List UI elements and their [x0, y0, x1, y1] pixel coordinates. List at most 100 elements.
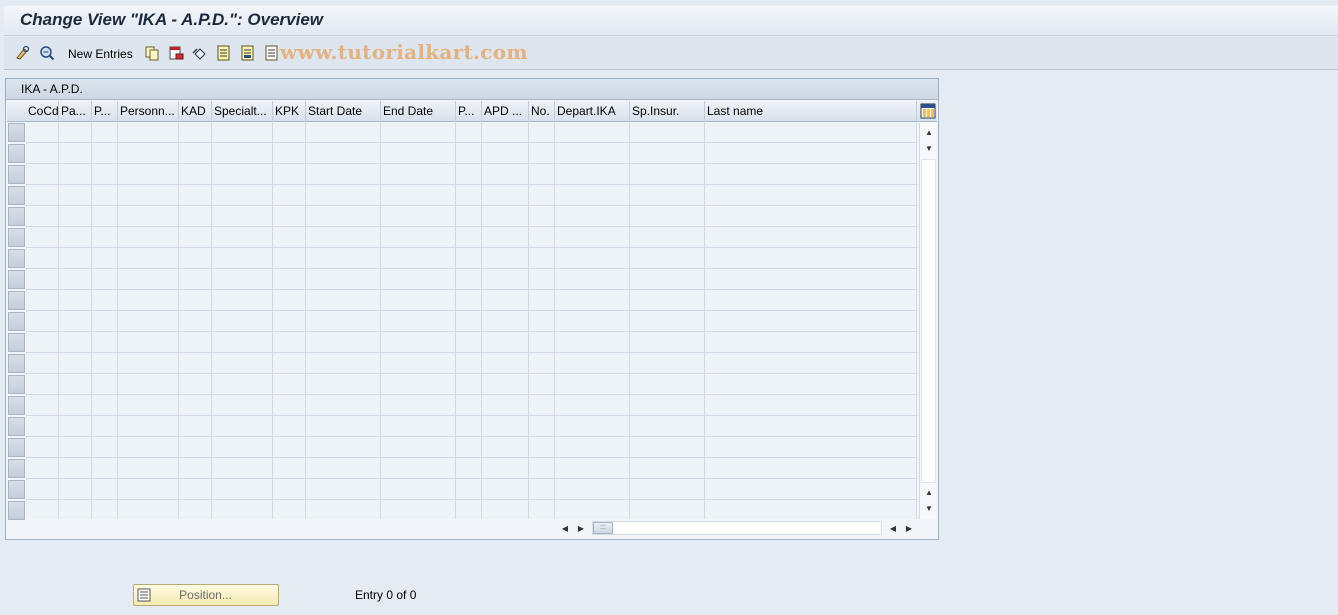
scroll-page-up-icon[interactable]: ▲ [921, 485, 937, 499]
horizontal-scroll-track[interactable]: ::: [592, 521, 882, 535]
row-selector[interactable] [8, 396, 25, 415]
column-header[interactable]: No. [529, 101, 555, 122]
table-row [26, 289, 918, 290]
row-selector[interactable] [8, 207, 25, 226]
vertical-scroll-track[interactable] [921, 159, 936, 483]
title-bar: Change View "IKA - A.P.D.": Overview [4, 6, 1338, 36]
column-divider [272, 122, 273, 519]
table-row [26, 478, 918, 479]
column-header[interactable]: APD ... [482, 101, 529, 122]
row-selector[interactable] [8, 249, 25, 268]
row-selector[interactable] [8, 501, 25, 520]
table-row [26, 184, 918, 185]
column-divider [211, 122, 212, 519]
table-row [26, 310, 918, 311]
table-row [26, 205, 918, 206]
row-selector[interactable] [8, 333, 25, 352]
table-row [26, 268, 918, 269]
horizontal-scroll-thumb[interactable]: ::: [593, 522, 613, 534]
scroll-page-down-icon[interactable]: ▼ [921, 501, 937, 515]
column-divider [629, 122, 630, 519]
column-header[interactable]: CoCd [26, 101, 59, 122]
row-selector[interactable] [8, 123, 25, 142]
table-row [26, 394, 918, 395]
column-divider [481, 122, 482, 519]
row-selector[interactable] [8, 144, 25, 163]
table-body [26, 122, 918, 519]
column-header[interactable]: Last name [705, 101, 917, 122]
display-change-icon[interactable] [38, 44, 56, 62]
column-header[interactable]: Specialt... [212, 101, 273, 122]
table-header: CoCd Pa... P... Personn... KAD Specialt... KPK… [7, 101, 937, 122]
column-header[interactable]: Personn... [118, 101, 179, 122]
row-selector[interactable] [8, 354, 25, 373]
application-toolbar: New Entries [4, 37, 1338, 70]
column-header[interactable]: Sp.Insur. [630, 101, 705, 122]
table-row [26, 331, 918, 332]
select-block-icon[interactable] [239, 44, 257, 62]
new-entries-button[interactable]: New Entries [68, 46, 133, 61]
row-selector[interactable] [8, 459, 25, 478]
column-divider [91, 122, 92, 519]
column-header[interactable]: End Date [381, 101, 456, 122]
table-title: IKA - A.P.D. [6, 79, 938, 100]
copy-icon[interactable] [143, 44, 161, 62]
delete-icon[interactable] [167, 44, 185, 62]
column-divider [554, 122, 555, 519]
position-list-icon [137, 588, 151, 602]
scroll-left-icon[interactable]: ◀ [558, 521, 572, 535]
scroll-right-icon[interactable]: ▶ [574, 521, 588, 535]
row-selector[interactable] [8, 480, 25, 499]
column-divider [178, 122, 179, 519]
column-header[interactable]: P... [92, 101, 118, 122]
undo-icon[interactable] [191, 44, 209, 62]
table-grid: CoCd Pa... P... Personn... KAD Specialt... KPK… [7, 101, 937, 520]
column-divider [455, 122, 456, 519]
column-header[interactable]: KPK [273, 101, 306, 122]
row-selector[interactable] [8, 186, 25, 205]
deselect-all-icon[interactable] [263, 44, 281, 62]
vertical-scrollbar[interactable]: ▲ ▼ ▲ ▼ [919, 123, 937, 519]
row-selector[interactable] [8, 270, 25, 289]
table-row [26, 352, 918, 353]
row-selector[interactable] [8, 228, 25, 247]
column-divider [528, 122, 529, 519]
horizontal-scrollbar[interactable]: ◀ ▶ ::: ◀ ▶ [556, 520, 918, 536]
table-row [26, 415, 918, 416]
position-button-label: Position... [179, 588, 232, 602]
row-selector[interactable] [8, 291, 25, 310]
table-row [26, 142, 918, 143]
scroll-last-icon[interactable]: ▶ [902, 521, 916, 535]
table-row [26, 373, 918, 374]
table-panel: IKA - A.P.D. CoCd Pa... P... Personn... KAD S… [5, 78, 939, 540]
row-selector-column [7, 122, 26, 520]
table-row [26, 457, 918, 458]
table-row [26, 436, 918, 437]
column-header[interactable]: KAD [179, 101, 212, 122]
page-title: Change View "IKA - A.P.D.": Overview [20, 10, 323, 29]
scroll-up-icon[interactable]: ▲ [921, 125, 937, 139]
column-divider [305, 122, 306, 519]
table-row [26, 226, 918, 227]
select-all-icon[interactable] [215, 44, 233, 62]
position-button[interactable]: Position... [133, 584, 279, 606]
row-selector[interactable] [8, 312, 25, 331]
column-divider [916, 122, 917, 519]
column-settings-icon[interactable] [920, 103, 936, 119]
scroll-first-icon[interactable]: ◀ [886, 521, 900, 535]
edit-glasses-icon[interactable] [14, 44, 32, 62]
watermark-text: www.tutorialkart.com [280, 40, 528, 64]
row-selector[interactable] [8, 438, 25, 457]
column-divider [380, 122, 381, 519]
column-header[interactable]: P... [456, 101, 482, 122]
scroll-down-icon[interactable]: ▼ [921, 141, 937, 155]
table-row [26, 499, 918, 500]
column-header[interactable]: Pa... [59, 101, 92, 122]
row-selector[interactable] [8, 417, 25, 436]
table-row [26, 247, 918, 248]
column-header[interactable]: Start Date [306, 101, 381, 122]
row-selector[interactable] [8, 165, 25, 184]
column-header[interactable]: Depart.IKA [555, 101, 630, 122]
table-row [26, 163, 918, 164]
row-selector[interactable] [8, 375, 25, 394]
